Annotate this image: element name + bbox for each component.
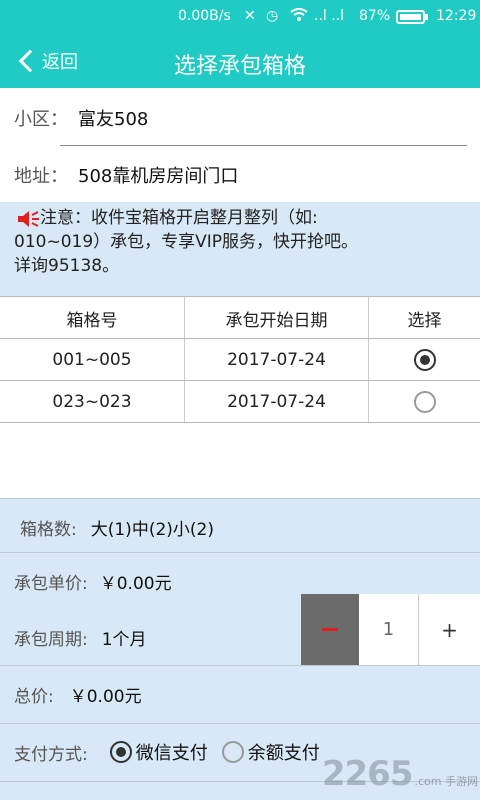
notice-line: 详询95138。 <box>14 256 120 276</box>
signal-icon: ..l ..l <box>314 8 345 24</box>
column-header-select: 选择 <box>407 310 442 331</box>
watermark-brand: 2265 <box>321 754 414 794</box>
box-count-value: 大(1)中(2)小(2) <box>90 519 214 540</box>
select-cell <box>369 381 480 423</box>
select-radio[interactable] <box>413 349 436 371</box>
battery-percent: 87% <box>359 8 391 24</box>
increment-button[interactable]: + <box>419 594 480 665</box>
minus-icon <box>322 628 338 631</box>
box-count-row: 箱格数: 大(1)中(2)小(2) <box>0 499 480 555</box>
select-cell <box>369 339 480 381</box>
start-date: 2017-07-24 <box>185 339 369 381</box>
community-label: 小区： <box>14 108 68 130</box>
page-title: 选择承包箱格 <box>173 54 306 79</box>
select-radio[interactable] <box>413 391 436 413</box>
title-bar: 返回 选择承包箱格 <box>0 34 480 88</box>
period-label: 承包周期: <box>14 629 88 650</box>
notice-text: 注意：收件宝箱格开启整月整列（如: 010~019）承包，专享VIP服务，快开抢… <box>14 206 446 278</box>
clock: 12:29 <box>436 8 477 24</box>
notice-line: 注意：收件宝箱格开启整月整列（如: <box>40 208 318 228</box>
balance-pay-label: 余额支付 <box>247 743 320 764</box>
balance-radio[interactable] <box>221 741 244 763</box>
address-value: 508靠机房房间门口 <box>78 165 239 187</box>
pay-option-wechat[interactable]: 微信支付 <box>109 739 208 765</box>
status-bar: 0.00B/s ✕ ◷ ..l ..l 87% 12:29 <box>0 0 480 34</box>
wechat-radio[interactable] <box>109 741 132 763</box>
notice-line: 010~019）承包，专享VIP服务，快开抢吧。 <box>14 232 359 252</box>
watermark-suffix: .com 手游网 <box>414 775 479 788</box>
table-row[interactable]: 023~023 2017-07-24 <box>0 380 480 423</box>
battery-icon <box>396 10 428 28</box>
net-speed: 0.00B/s <box>178 8 231 24</box>
period-value: 1个月 <box>101 629 147 650</box>
wifi-icon <box>290 8 308 26</box>
box-count-label: 箱格数: <box>20 519 77 540</box>
address-label: 地址： <box>14 165 68 187</box>
divider <box>0 422 480 423</box>
community-value: 富友508 <box>78 108 149 130</box>
period-stepper: 1 + <box>301 594 480 665</box>
alarm-icon: ◷ <box>266 8 279 24</box>
column-header-date: 承包开始日期 <box>185 297 369 339</box>
table-header: 箱格号 承包开始日期 选择 <box>0 296 480 339</box>
decrement-button[interactable] <box>301 594 359 665</box>
mute-icon: ✕ <box>244 8 256 24</box>
start-date: 2017-07-24 <box>185 381 369 423</box>
total-price-label: 总价: <box>14 686 54 707</box>
pay-option-balance[interactable]: 余额支付 <box>221 739 320 765</box>
wechat-pay-label: 微信支付 <box>135 743 208 764</box>
stepper-value[interactable]: 1 <box>359 594 419 665</box>
payment-label: 支付方式: <box>14 744 88 765</box>
column-header-box: 箱格号 <box>0 297 185 339</box>
unit-price-label: 承包单价: <box>14 573 88 594</box>
community-row: 小区： 富友508 <box>0 89 480 146</box>
total-price-row: 总价: ￥0.00元 <box>0 666 480 722</box>
table-row[interactable]: 001~005 2017-07-24 <box>0 338 480 381</box>
box-number: 023~023 <box>0 381 185 423</box>
address-row: 地址： 508靠机房房间门口 <box>0 146 480 203</box>
notice-banner: 注意：收件宝箱格开启整月整列（如: 010~019）承包，专享VIP服务，快开抢… <box>0 202 480 296</box>
total-price-value: ￥0.00元 <box>69 686 142 707</box>
watermark: 2265 .com 手游网 <box>322 754 478 794</box>
box-number: 001~005 <box>0 339 185 381</box>
speaker-icon <box>16 210 40 228</box>
unit-price-value: ￥0.00元 <box>99 573 172 594</box>
